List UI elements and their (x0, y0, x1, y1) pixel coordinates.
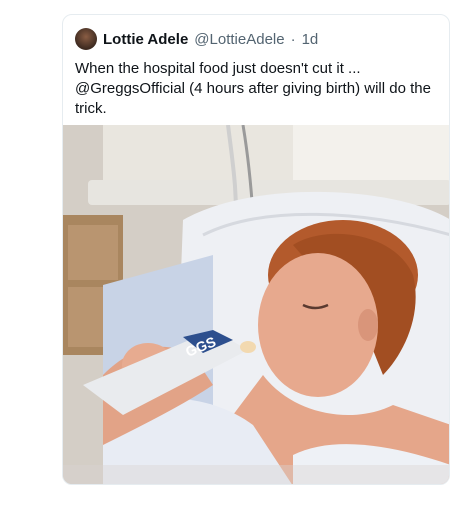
timestamp[interactable]: 1d (302, 31, 319, 48)
display-name[interactable]: Lottie Adele (103, 31, 188, 48)
tweet-card[interactable]: Lottie Adele @LottieAdele · 1d When the … (62, 14, 450, 485)
avatar[interactable] (75, 28, 97, 50)
tweet-photo[interactable]: GGS (63, 125, 449, 484)
photo-illustration: GGS (63, 125, 449, 484)
user-handle[interactable]: @LottieAdele (194, 31, 284, 48)
separator-dot: · (290, 30, 296, 48)
tweet-header: Lottie Adele @LottieAdele · 1d (75, 25, 437, 53)
tweet-text: When the hospital food just doesn't cut … (75, 60, 431, 117)
